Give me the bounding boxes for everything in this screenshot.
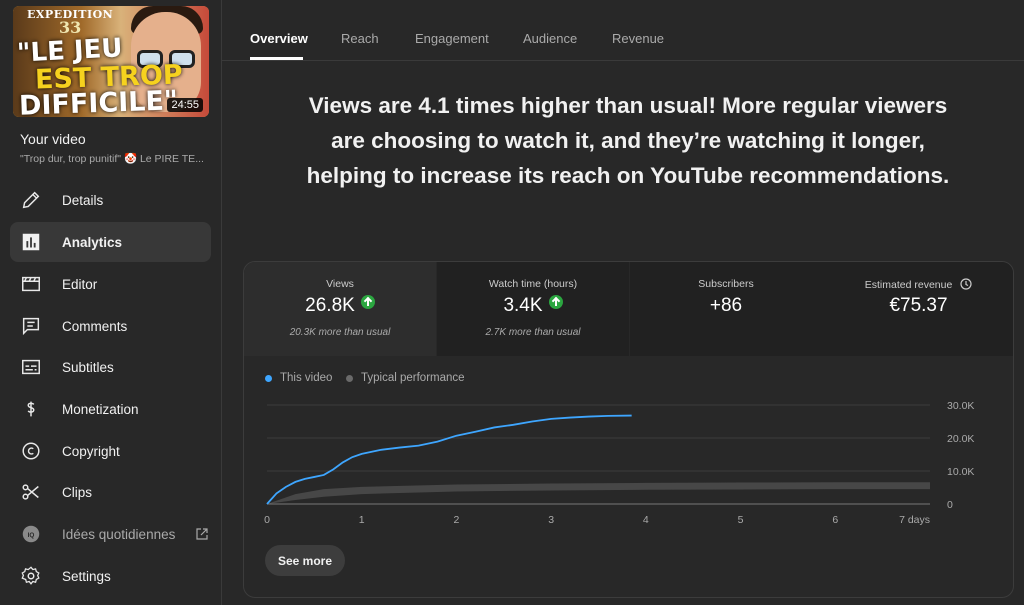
legend-dot (265, 374, 272, 382)
x-tick-label: 0 (264, 514, 270, 526)
y-tick-label: 10.0K (947, 466, 974, 478)
video-duration: 24:55 (167, 98, 203, 112)
subtitles-icon (22, 359, 40, 375)
y-tick-label: 20.0K (947, 433, 974, 445)
dollar-icon (27, 401, 35, 417)
arrow-up-icon (548, 295, 563, 309)
video-thumbnail[interactable]: EXPEDITION 33 "LE JEU EST TROP DIFFICILE… (13, 6, 209, 117)
video-title[interactable]: "Trop dur, trop punitif" 🤡 Le PIRE TE... (20, 152, 210, 165)
x-tick-label: 4 (643, 514, 649, 526)
scissors-icon (22, 484, 39, 500)
arrow-up-icon (360, 295, 375, 309)
pencil-icon (22, 191, 40, 209)
metric-title: Estimated revenue (822, 278, 1013, 291)
sidebar-item-monetization[interactable]: Monetization (10, 389, 211, 429)
legend-this-video: This video (265, 372, 332, 384)
metric-title: Views (326, 278, 354, 290)
sidebar-item-copyright[interactable]: Copyright (10, 431, 211, 471)
x-tick-label: 5 (738, 514, 744, 526)
views-chart: 30.0K 20.0K 10.0K 0 0 1 2 3 4 5 6 7 days (264, 400, 974, 526)
sidebar-item-label: Monetization (62, 401, 139, 417)
sidebar-item-label: Details (62, 192, 104, 208)
tab-reach[interactable]: Reach (341, 31, 379, 46)
see-more-button[interactable]: See more (265, 545, 345, 576)
thumbnail-text-line3: DIFFICILE" (18, 85, 179, 117)
x-tick-label: 2 (454, 514, 460, 526)
sidebar-item-idees-quotidiennes[interactable]: IQ Idées quotidiennes (10, 514, 211, 554)
x-tick-label: 1 (359, 514, 365, 526)
x-tick-label: 3 (548, 514, 554, 526)
performance-headline: Views are 4.1 times higher than usual! M… (306, 93, 950, 188)
sidebar-item-clips[interactable]: Clips (10, 472, 211, 512)
sidebar-item-label: Editor (62, 276, 98, 292)
metric-watch-time[interactable]: Watch time (hours) 3.4K 2.7K more than u… (437, 262, 629, 356)
bar-chart-icon (22, 233, 40, 251)
tab-engagement[interactable]: Engagement (415, 31, 489, 46)
sidebar: EXPEDITION 33 "LE JEU EST TROP DIFFICILE… (0, 0, 222, 605)
gear-icon (21, 566, 40, 585)
ideas-icon: IQ (22, 525, 40, 543)
metric-views[interactable]: Views 26.8K 20.3K more than usual (244, 262, 436, 356)
sidebar-item-editor[interactable]: Editor (10, 264, 211, 304)
your-video-label: Your video (20, 131, 86, 147)
sidebar-item-label: Subtitles (62, 359, 114, 375)
sidebar-item-subtitles[interactable]: Subtitles (10, 347, 211, 387)
sidebar-item-label: Copyright (62, 443, 120, 459)
metric-subtext: 2.7K more than usual (485, 327, 581, 338)
legend-dot (346, 374, 353, 382)
tab-audience[interactable]: Audience (523, 31, 577, 46)
sidebar-item-label: Idées quotidiennes (62, 526, 176, 542)
metric-subscribers[interactable]: Subscribers +86 (630, 262, 822, 356)
overview-card: Views 26.8K 20.3K more than usual Watch … (243, 261, 1014, 598)
metric-subtext: 20.3K more than usual (289, 327, 391, 338)
sidebar-item-label: Comments (62, 318, 128, 334)
sidebar-item-details[interactable]: Details (10, 180, 211, 220)
thumbnail-text-33: 33 (59, 18, 82, 37)
copyright-icon (22, 442, 40, 460)
typical-performance-band (267, 482, 930, 504)
metric-value: +86 (709, 295, 743, 316)
sidebar-item-analytics[interactable]: Analytics (10, 222, 211, 262)
sidebar-item-comments[interactable]: Comments (10, 306, 211, 346)
legend-label: Typical performance (361, 372, 465, 384)
comment-icon (22, 317, 40, 336)
tab-revenue[interactable]: Revenue (612, 31, 664, 46)
metric-value: 3.4K (437, 295, 629, 317)
y-tick-label: 0 (947, 499, 953, 511)
metric-estimated-revenue[interactable]: Estimated revenue €75.37 (822, 262, 1013, 356)
metric-title: Watch time (hours) (488, 278, 578, 290)
clock-icon (960, 278, 972, 290)
sidebar-item-settings[interactable]: Settings (10, 556, 211, 596)
metric-title: Subscribers (698, 278, 754, 290)
x-tick-label: 6 (832, 514, 838, 526)
svg-text:IQ: IQ (28, 532, 35, 539)
legend-label: This video (280, 372, 333, 384)
tab-overview[interactable]: Overview (250, 31, 308, 46)
active-tab-indicator (250, 57, 303, 60)
metric-value: 26.8K (244, 295, 436, 317)
x-tick-label: 7 days (899, 514, 930, 526)
external-link-icon (196, 528, 208, 540)
sidebar-item-label: Settings (62, 568, 111, 584)
metric-value: €75.37 (889, 295, 948, 316)
sidebar-item-label: Clips (62, 484, 93, 500)
y-tick-label: 30.0K (947, 400, 974, 412)
clapper-icon (22, 276, 40, 292)
sidebar-item-label: Analytics (62, 234, 123, 250)
legend-typical: Typical performance (346, 372, 465, 384)
